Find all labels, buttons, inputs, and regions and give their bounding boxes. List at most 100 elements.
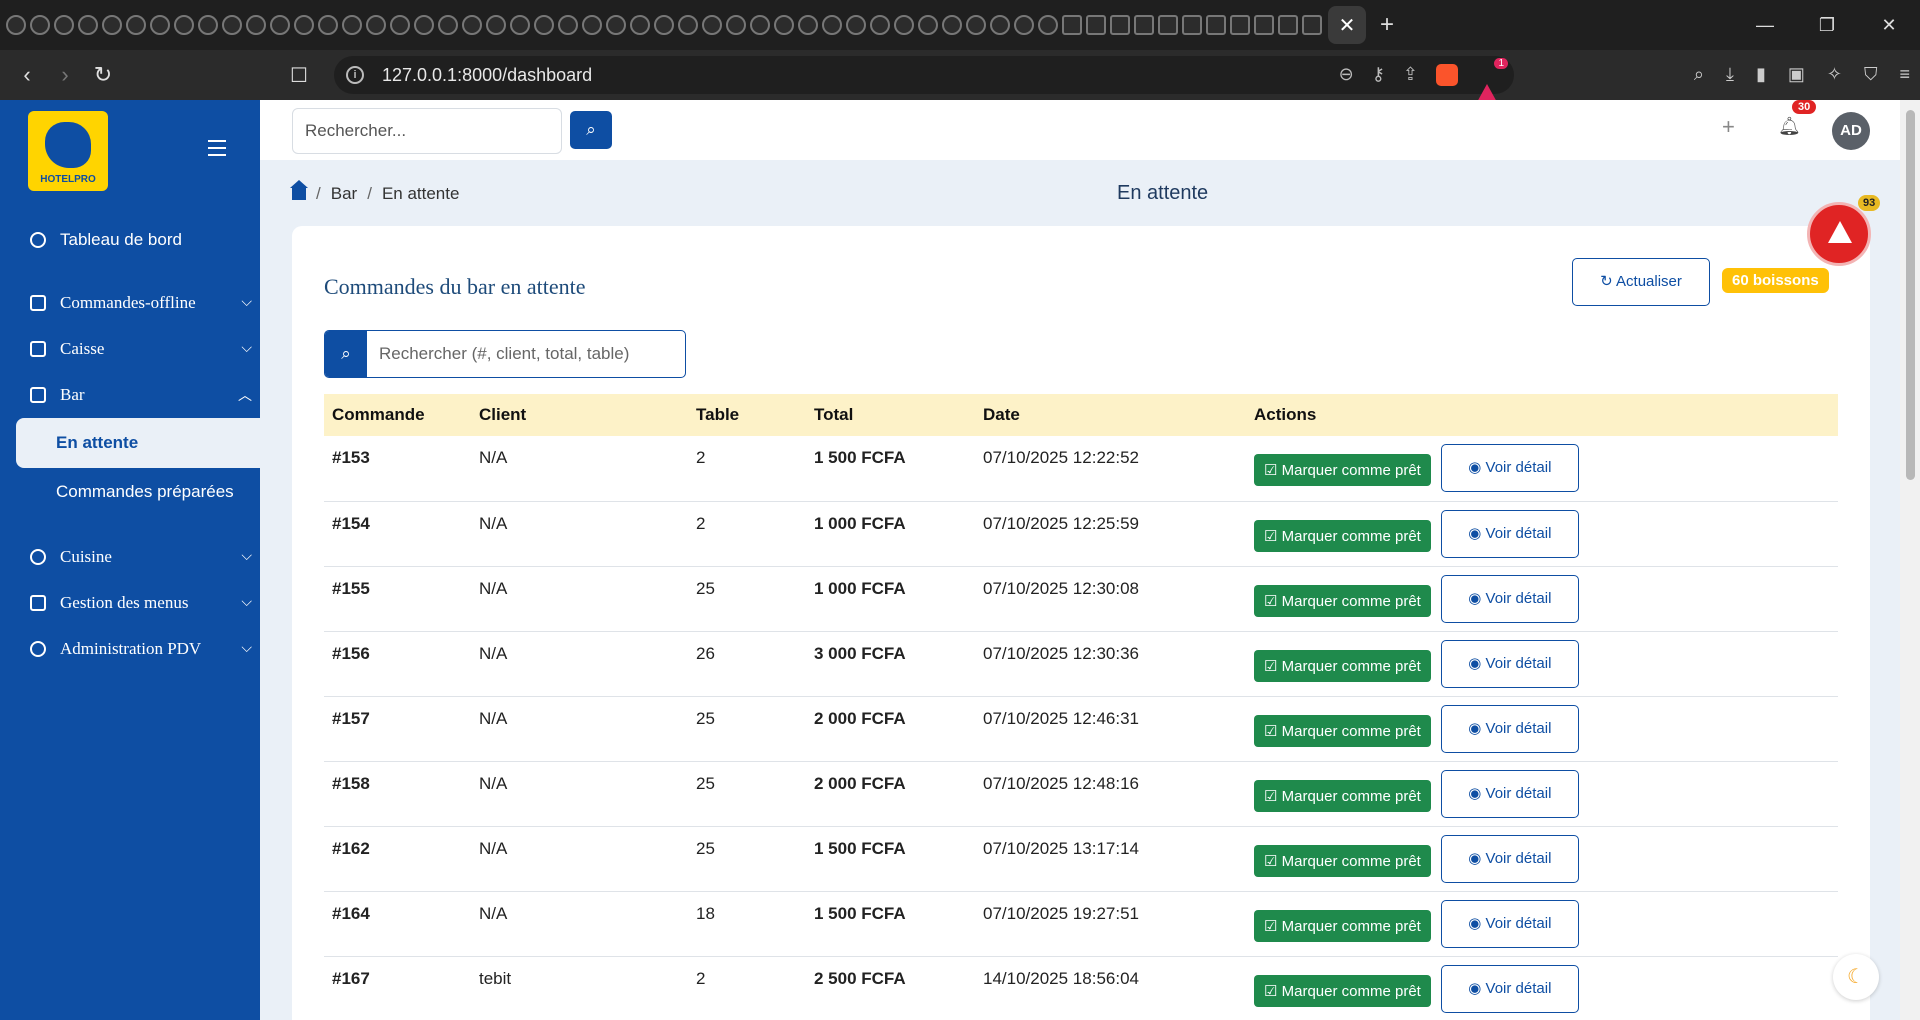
header-commande[interactable]: Commande [324, 394, 471, 436]
tab-favicon[interactable] [1182, 15, 1202, 35]
tab-favicon[interactable] [294, 15, 314, 35]
orders-search-placeholder[interactable]: Rechercher (#, client, total, table) [367, 331, 629, 377]
maximize-icon[interactable]: ❐ [1796, 15, 1858, 36]
tab-favicon[interactable] [126, 15, 146, 35]
orders-search-input[interactable]: ⌕ Rechercher (#, client, total, table) [324, 330, 686, 378]
tab-favicon[interactable] [750, 15, 770, 35]
mark-ready-button[interactable]: ☑ Marquer comme prêt [1254, 844, 1431, 877]
tab-favicon[interactable] [990, 15, 1010, 35]
minimize-icon[interactable]: — [1734, 15, 1796, 36]
view-detail-button[interactable]: ◉ Voir détail [1440, 964, 1579, 1013]
tab-favicon[interactable] [678, 15, 698, 35]
tab-favicon[interactable] [1038, 15, 1058, 35]
hamburger-icon[interactable] [208, 140, 226, 161]
tab-favicon[interactable] [726, 15, 746, 35]
view-detail-button[interactable]: ◉ Voir détail [1440, 444, 1579, 492]
tab-favicon[interactable] [1206, 15, 1226, 35]
sidebar-item-administration-pdv[interactable]: Administration PDV ⌵ [30, 639, 260, 659]
tab-favicon[interactable] [318, 15, 338, 35]
sidebar-subitem-commandes-preparees[interactable]: Commandes préparées [56, 482, 234, 502]
add-icon[interactable]: + [1722, 114, 1735, 140]
tab-favicon[interactable] [630, 15, 650, 35]
reload-icon[interactable]: ↻ [84, 62, 122, 88]
tab-favicon[interactable] [1062, 15, 1082, 35]
tab-favicon[interactable] [102, 15, 122, 35]
home-icon[interactable] [290, 180, 308, 200]
bookmark-icon[interactable]: ☐ [290, 63, 308, 88]
tab-favicon[interactable] [78, 15, 98, 35]
tab-favicon[interactable] [54, 15, 74, 35]
back-icon[interactable]: ‹ [8, 62, 46, 88]
header-client[interactable]: Client [471, 394, 688, 436]
view-detail-button[interactable]: ◉ Voir détail [1440, 834, 1579, 883]
tab-favicon[interactable] [606, 15, 626, 35]
dark-mode-toggle[interactable]: ☾ [1833, 954, 1879, 1000]
tab-favicon[interactable] [1158, 15, 1178, 35]
tab-favicon[interactable] [1110, 15, 1130, 35]
alert-floating-button[interactable]: 93 [1807, 195, 1881, 266]
tab-favicon[interactable] [438, 15, 458, 35]
mark-ready-button[interactable]: ☑ Marquer comme prêt [1254, 909, 1431, 942]
header-table[interactable]: Table [688, 394, 806, 436]
sidebar-item-cuisine[interactable]: Cuisine ⌵ [30, 547, 260, 567]
vpn-icon[interactable]: ⛉ [1864, 64, 1878, 85]
tab-favicon[interactable] [582, 15, 602, 35]
page-scrollbar[interactable] [1900, 100, 1920, 1020]
brave-shields-icon[interactable] [1436, 64, 1458, 86]
tab-favicon[interactable] [942, 15, 962, 35]
view-detail-button[interactable]: ◉ Voir détail [1440, 769, 1579, 818]
bell-icon[interactable]: 🔔︎ [1778, 116, 1801, 137]
tab-favicon[interactable] [510, 15, 530, 35]
zoom-icon[interactable]: ⊖ [1339, 64, 1354, 86]
brave-rewards-icon[interactable]: 1 [1476, 58, 1508, 104]
tab-favicon[interactable] [462, 15, 482, 35]
header-total[interactable]: Total [806, 394, 975, 436]
mark-ready-button[interactable]: ☑ Marquer comme prêt [1254, 649, 1431, 682]
site-info-icon[interactable]: i [346, 66, 364, 84]
forward-icon[interactable]: › [46, 62, 84, 88]
mark-ready-button[interactable]: ☑ Marquer comme prêt [1254, 519, 1431, 552]
view-detail-button[interactable]: ◉ Voir détail [1440, 899, 1579, 948]
password-key-icon[interactable]: ⚷ [1372, 64, 1385, 86]
tab-favicon[interactable] [822, 15, 842, 35]
global-search-button[interactable]: ⌕ [570, 111, 612, 149]
screenshot-icon[interactable]: ⌕ [1694, 64, 1704, 85]
tab-favicon[interactable] [1230, 15, 1250, 35]
tab-favicon[interactable] [270, 15, 290, 35]
tab-favicon[interactable] [558, 15, 578, 35]
view-detail-button[interactable]: ◉ Voir détail [1440, 639, 1579, 688]
view-detail-button[interactable]: ◉ Voir détail [1440, 574, 1579, 623]
tab-favicon[interactable] [246, 15, 266, 35]
tab-favicon[interactable] [1302, 15, 1322, 35]
tab-favicon[interactable] [702, 15, 722, 35]
tab-favicon[interactable] [1134, 15, 1154, 35]
sidebar-item-commandes-offline[interactable]: Commandes-offline ⌵ [30, 293, 260, 313]
view-detail-button[interactable]: ◉ Voir détail [1440, 704, 1579, 753]
download-icon[interactable]: ⤓ [1726, 64, 1734, 85]
global-search-input[interactable]: Rechercher... [292, 108, 562, 154]
mark-ready-button[interactable]: ☑ Marquer comme prêt [1254, 779, 1431, 812]
scrollbar-thumb[interactable] [1906, 110, 1915, 480]
pinned-tabs[interactable] [0, 15, 1322, 35]
tab-favicon[interactable] [894, 15, 914, 35]
view-detail-button[interactable]: ◉ Voir détail [1440, 509, 1579, 558]
tab-favicon[interactable] [6, 15, 26, 35]
breadcrumb-bar[interactable]: Bar [331, 184, 357, 204]
close-window-icon[interactable]: ✕ [1858, 15, 1920, 36]
sidebar-subitem-en-attente[interactable]: En attente [16, 418, 260, 468]
tab-favicon[interactable] [390, 15, 410, 35]
tab-favicon[interactable] [966, 15, 986, 35]
tab-favicon[interactable] [846, 15, 866, 35]
tab-favicon[interactable] [1086, 15, 1106, 35]
tab-favicon[interactable] [414, 15, 434, 35]
mark-ready-button[interactable]: ☑ Marquer comme prêt [1254, 714, 1431, 747]
sidebar-item-caisse[interactable]: Caisse ⌵ [30, 339, 260, 359]
tab-favicon[interactable] [870, 15, 890, 35]
share-icon[interactable]: ⇪ [1403, 64, 1418, 86]
sidebar-toggle-icon[interactable]: ▮ [1756, 64, 1766, 85]
sidebar-item-gestion-des-menus[interactable]: Gestion des menus ⌵ [30, 593, 260, 613]
tab-favicon[interactable] [774, 15, 794, 35]
tab-favicon[interactable] [366, 15, 386, 35]
address-bar[interactable]: i 127.0.0.1:8000/dashboard ⊖ ⚷ ⇪ 1 [334, 56, 1514, 104]
mark-ready-button[interactable]: ☑ Marquer comme prêt [1254, 584, 1431, 617]
